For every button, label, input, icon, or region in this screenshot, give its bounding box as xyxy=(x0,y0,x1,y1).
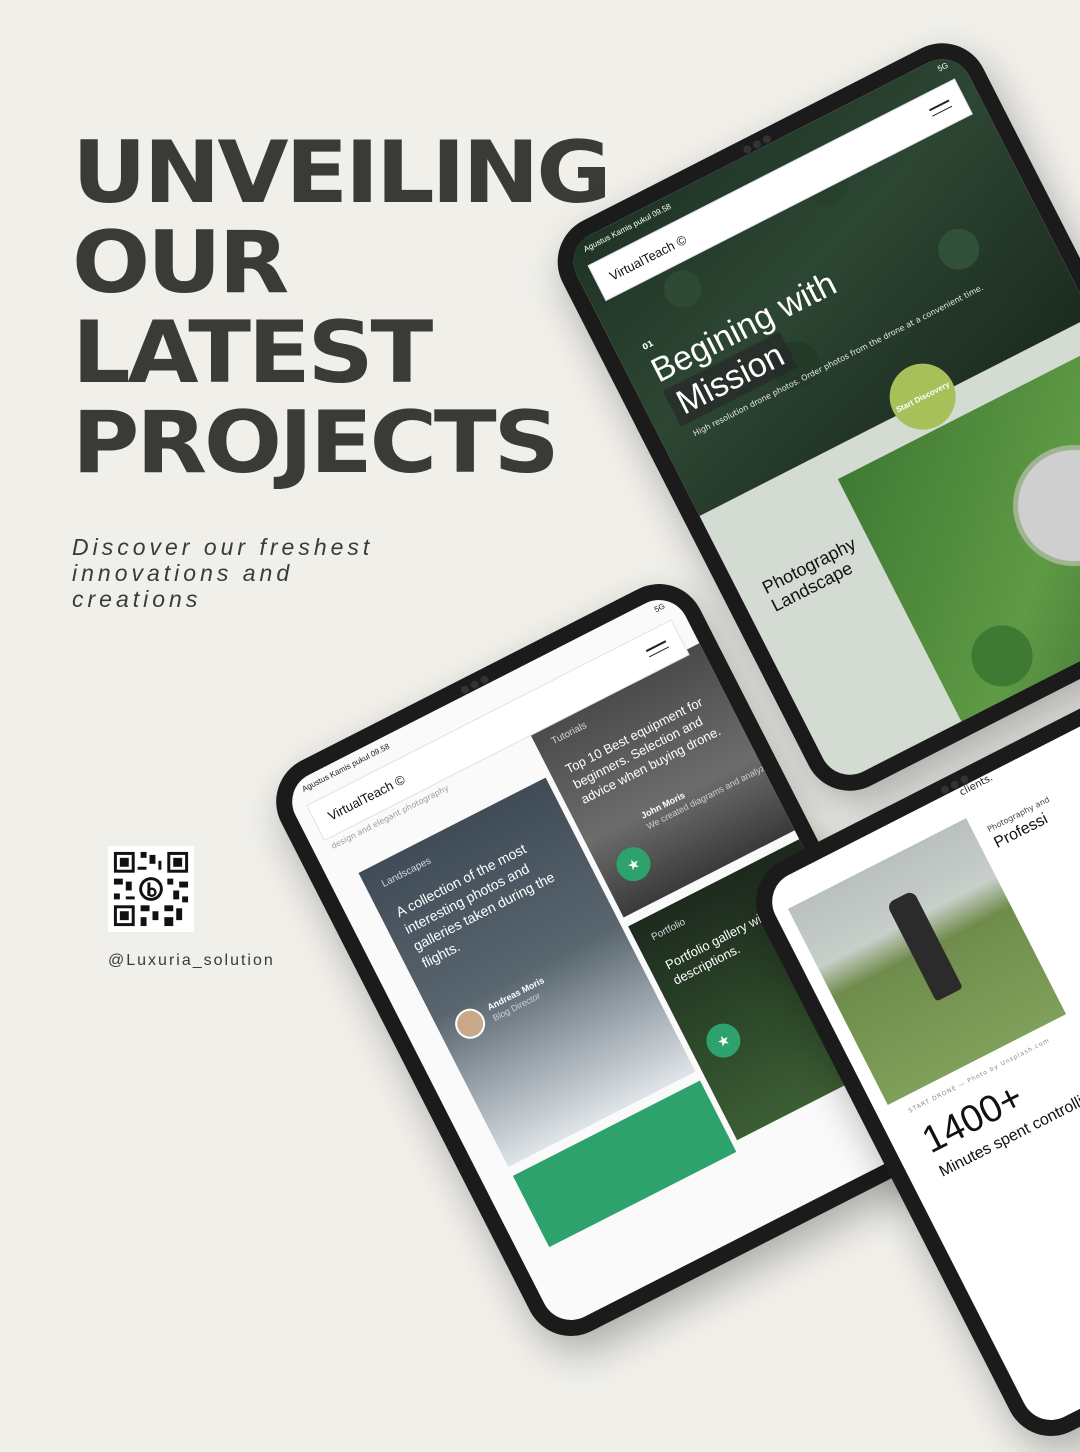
person-figure xyxy=(886,890,963,1002)
avatar xyxy=(449,1003,491,1044)
social-handle[interactable]: @Luxuria_solution xyxy=(108,952,275,970)
tagline-line: Discover our freshest xyxy=(72,534,374,560)
signal-status: 5G xyxy=(652,601,667,615)
star-icon: ★ xyxy=(713,1030,733,1051)
author-role: We created diagrams and analyzes xyxy=(644,758,775,832)
hamburger-menu-icon[interactable] xyxy=(929,99,953,118)
star-button[interactable]: ★ xyxy=(610,841,657,888)
card-tag: Tutorials xyxy=(549,720,589,748)
headline: UNVEILING OUR LATEST PROJECTS xyxy=(72,123,612,493)
headline-line: OUR xyxy=(72,213,289,313)
card-text: A collection of the most interesting pho… xyxy=(393,840,558,971)
star-button[interactable]: ★ xyxy=(700,1017,747,1064)
card-author: Andreas Moris Blog Director xyxy=(449,972,553,1044)
qr-code[interactable] xyxy=(108,846,194,932)
section-title: Photography Landscape xyxy=(759,534,868,616)
hamburger-menu-icon[interactable] xyxy=(645,639,669,658)
tagline: Discover our freshest innovations and cr… xyxy=(72,534,373,612)
headline-line: LATEST xyxy=(72,303,433,403)
tagline-line: creations xyxy=(72,586,202,612)
card-tag: Landscapes xyxy=(380,855,434,890)
headline-line: UNVEILING xyxy=(72,123,612,223)
headline-line: PROJECTS xyxy=(72,393,560,493)
qr-code-icon xyxy=(108,846,194,932)
star-icon: ★ xyxy=(624,853,643,874)
card-tag: Portfolio xyxy=(649,916,688,944)
tagline-line: innovations and xyxy=(72,560,294,586)
